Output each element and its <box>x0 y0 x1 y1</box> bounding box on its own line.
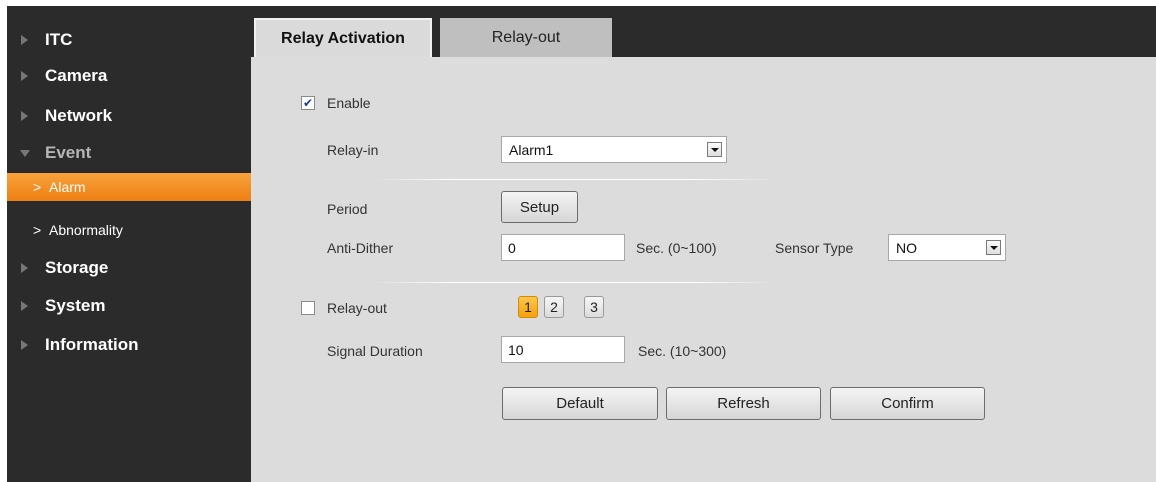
relay-out-channel-2[interactable]: 2 <box>544 296 564 318</box>
signal-duration-input[interactable] <box>501 336 625 363</box>
refresh-button[interactable]: Refresh <box>666 387 821 420</box>
check-icon: ✔ <box>302 96 314 110</box>
sidebar-item-itc[interactable]: ITC <box>7 25 251 55</box>
signal-duration-label: Signal Duration <box>327 343 423 359</box>
expand-arrow-icon <box>21 35 28 45</box>
sidebar-item-information[interactable]: Information <box>7 330 251 360</box>
relay-out-label: Relay-out <box>327 300 387 316</box>
sidebar-subitem-label: Abnormality <box>49 222 123 238</box>
expand-arrow-icon <box>21 71 28 81</box>
relay-in-value: Alarm1 <box>509 142 554 158</box>
sensor-type-select[interactable]: NO <box>888 234 1006 261</box>
anti-dither-unit: Sec. (0~100) <box>636 240 717 256</box>
expand-arrow-icon <box>21 340 28 350</box>
sidebar-item-label: Network <box>45 106 113 125</box>
sidebar-item-event[interactable]: Event <box>7 138 251 168</box>
divider <box>371 179 776 180</box>
relay-out-channel-3[interactable]: 3 <box>584 296 604 318</box>
sidebar: ITC Camera Network Event > Alarm > Abnor… <box>7 6 251 482</box>
sidebar-item-camera[interactable]: Camera <box>7 61 251 91</box>
enable-checkbox[interactable]: ✔ <box>301 96 315 110</box>
divider <box>371 282 776 283</box>
sidebar-item-storage[interactable]: Storage <box>7 253 251 283</box>
sensor-type-value: NO <box>896 240 917 256</box>
confirm-button[interactable]: Confirm <box>830 387 985 420</box>
sidebar-item-label: Information <box>45 335 139 354</box>
dropdown-arrow-icon <box>707 142 722 157</box>
sidebar-item-network[interactable]: Network <box>7 101 251 131</box>
content-panel: ✔ Enable Relay-in Alarm1 Period Setup An… <box>251 57 1156 482</box>
period-label: Period <box>327 201 368 217</box>
sidebar-item-label: Event <box>45 143 92 162</box>
enable-label: Enable <box>327 95 371 111</box>
sidebar-subitem-abnormality[interactable]: > Abnormality <box>7 216 251 244</box>
expand-arrow-icon <box>21 263 28 273</box>
chevron-right-icon: > <box>33 179 42 195</box>
relay-out-checkbox[interactable] <box>301 301 315 315</box>
sidebar-subitem-label: Alarm <box>49 179 86 195</box>
sidebar-item-label: Camera <box>45 66 108 85</box>
relay-in-label: Relay-in <box>327 142 379 158</box>
chevron-right-icon: > <box>33 222 42 238</box>
collapse-arrow-icon <box>20 149 30 157</box>
sidebar-item-label: ITC <box>45 30 73 49</box>
relay-out-channel-1[interactable]: 1 <box>518 296 538 318</box>
relay-in-select[interactable]: Alarm1 <box>501 136 727 163</box>
tab-relay-out[interactable]: Relay-out <box>440 18 612 57</box>
dropdown-arrow-icon <box>986 240 1001 255</box>
sidebar-item-label: Storage <box>45 258 109 277</box>
expand-arrow-icon <box>21 301 28 311</box>
anti-dither-input[interactable] <box>501 234 625 261</box>
tab-relay-activation[interactable]: Relay Activation <box>254 18 432 57</box>
signal-duration-unit: Sec. (10~300) <box>638 343 727 359</box>
sidebar-item-label: System <box>45 296 106 315</box>
sidebar-subitem-alarm[interactable]: > Alarm <box>7 173 251 201</box>
expand-arrow-icon <box>21 111 28 121</box>
sensor-type-label: Sensor Type <box>775 240 854 256</box>
anti-dither-label: Anti-Dither <box>327 240 394 256</box>
sidebar-item-system[interactable]: System <box>7 291 251 321</box>
setup-button[interactable]: Setup <box>501 191 578 223</box>
default-button[interactable]: Default <box>502 387 658 420</box>
